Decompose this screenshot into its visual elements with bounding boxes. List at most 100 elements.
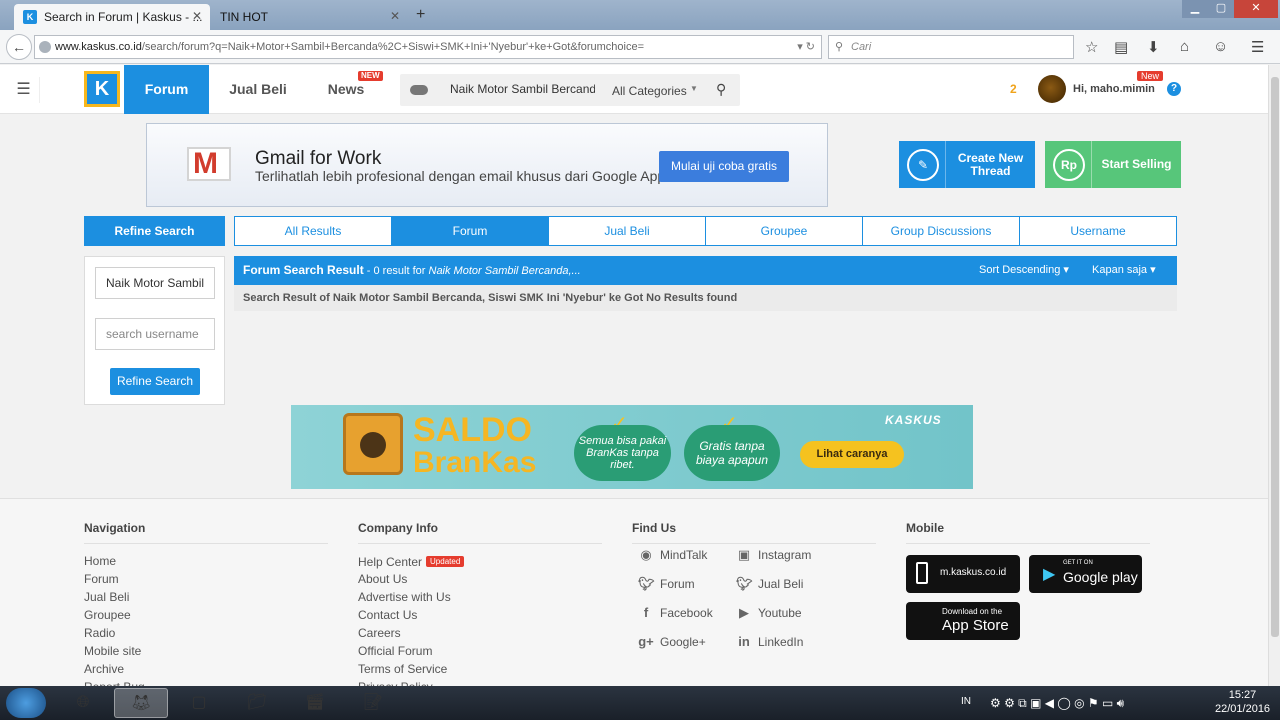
start-selling-button[interactable]: Rp Start Selling — [1045, 141, 1181, 188]
language-indicator[interactable]: IN — [961, 696, 971, 707]
chevron-down-icon: ▼ — [690, 84, 698, 93]
tab-username[interactable]: Username — [1020, 217, 1176, 245]
tab-groupee[interactable]: Groupee — [706, 217, 863, 245]
saldo-brankas-banner[interactable]: SALDO BranKas ✓ ✓ Semua bisa pakai BranK… — [291, 405, 973, 489]
footer-link[interactable]: Radio — [84, 626, 328, 644]
chat-icon[interactable]: ☺ — [1213, 38, 1228, 55]
category-select[interactable]: All Categories — [612, 84, 687, 98]
help-icon[interactable]: ? — [1167, 82, 1181, 96]
back-arrow-icon[interactable]: ← — [6, 34, 32, 60]
tab-jual-beli[interactable]: Jual Beli — [549, 217, 706, 245]
time-dropdown[interactable]: Kapan saja ▾ — [1092, 256, 1156, 285]
tray-icons[interactable]: ⚙ ⚙ ⧉ ▣ ◀ ◯ ◎ ⚑ ▭ 🔊︎ — [990, 696, 1124, 711]
twitter-jualbeli-link[interactable]: 🐦︎ Jual Beli — [736, 576, 803, 592]
page-scrollbar[interactable] — [1268, 65, 1280, 686]
user-greeting[interactable]: Hi, maho.mimin — [1073, 83, 1155, 95]
play-icon: ▶ — [1043, 566, 1056, 583]
create-new-thread-button[interactable]: ✎ Create New Thread — [899, 141, 1035, 188]
kaskus-favicon-icon: K — [23, 10, 37, 24]
media-app-icon[interactable]: 🎬︎ — [288, 688, 342, 718]
tab-all-results[interactable]: All Results — [235, 217, 392, 245]
footer-link[interactable]: Advertise with Us — [358, 590, 602, 608]
app-store-badge[interactable]: Download on the App Store — [906, 602, 1020, 640]
linkedin-link[interactable]: in LinkedIn — [736, 634, 803, 650]
youtube-link[interactable]: ▶ Youtube — [736, 605, 802, 621]
footer-link[interactable]: Home — [84, 554, 328, 572]
site-search-input[interactable]: Naik Motor Sambil Bercanda — [450, 82, 595, 96]
download-icon[interactable]: ⬇ — [1147, 38, 1160, 56]
maximize-icon[interactable]: ▢ — [1208, 0, 1234, 18]
phone-icon — [916, 562, 928, 584]
search-icon: ⚲ — [835, 41, 844, 53]
tab-forum[interactable]: Forum — [392, 217, 549, 245]
tab-label: TIN HOT — [220, 10, 268, 24]
star-icon[interactable]: ☆ — [1085, 38, 1098, 56]
screen-app-icon[interactable]: ▢ — [172, 688, 226, 718]
start-button-icon[interactable] — [6, 688, 46, 718]
footer-link[interactable]: Official Forum — [358, 644, 602, 662]
gmail-logo-icon: M — [187, 147, 231, 181]
footer-mobile-heading: Mobile — [906, 521, 1150, 544]
kaskus-brand: KASKUS — [885, 413, 942, 427]
nav-forum[interactable]: Forum — [124, 65, 209, 114]
hamburger-icon[interactable]: ☰ — [8, 77, 40, 103]
file-explorer-icon[interactable]: 📁︎ — [230, 688, 284, 718]
scrollbar-thumb[interactable] — [1271, 77, 1279, 637]
notepad-icon[interactable]: 📝︎ — [346, 688, 400, 718]
window-close-icon[interactable]: ✕ — [1234, 0, 1278, 18]
footer-link[interactable]: Careers — [358, 626, 602, 644]
minimize-icon[interactable]: ▁ — [1182, 0, 1208, 18]
googleplus-link[interactable]: g+ Google+ — [638, 634, 705, 650]
refine-search-button[interactable]: Refine Search — [110, 368, 200, 395]
gmail-ad-banner[interactable]: M Gmail for Work Terlihatlah lebih profe… — [146, 123, 828, 207]
browser-tab-inactive[interactable]: TIN HOT ✕ — [208, 4, 408, 30]
system-clock[interactable]: 15:27 22/01/2016 — [1215, 688, 1270, 716]
tab-close-icon[interactable]: ✕ — [192, 9, 202, 23]
browser-search-input[interactable]: ⚲ Cari — [828, 35, 1074, 59]
search-icon[interactable]: ⚲ — [716, 81, 726, 98]
home-icon[interactable]: ⌂ — [1180, 38, 1189, 55]
sort-dropdown[interactable]: Sort Descending ▾ — [979, 256, 1069, 285]
tab-close-icon[interactable]: ✕ — [390, 9, 400, 23]
refine-query-input[interactable]: Naik Motor Sambil — [95, 267, 215, 299]
google-play-badge[interactable]: ▶ GET IT ON Google play — [1029, 555, 1142, 593]
footer-link[interactable]: Groupee — [84, 608, 328, 626]
nav-jual-beli[interactable]: Jual Beli — [219, 65, 297, 114]
twitter-icon: 🐦︎ — [638, 576, 655, 591]
create-thread-label: Create New Thread — [945, 141, 1035, 188]
facebook-link[interactable]: f Facebook — [638, 605, 713, 621]
kaskus-logo[interactable]: K — [84, 71, 120, 107]
mobile-site-badge[interactable]: m.kaskus.co.id — [906, 555, 1020, 593]
firefox-icon[interactable]: 🦊︎ — [114, 688, 168, 718]
footer-link-help[interactable]: Help Center Updated — [358, 554, 602, 572]
avatar[interactable] — [1038, 75, 1066, 103]
instagram-link[interactable]: ▣ Instagram — [736, 547, 812, 563]
new-badge-user: New — [1137, 71, 1164, 81]
reload-icon[interactable]: ▾ ↻ — [797, 36, 815, 58]
chevron-down-icon: ▾ — [1063, 264, 1069, 276]
footer-link[interactable]: About Us — [358, 572, 602, 590]
footer-link[interactable]: Contact Us — [358, 608, 602, 626]
footer-link[interactable]: Jual Beli — [84, 590, 328, 608]
username-search-input[interactable]: search username — [95, 318, 215, 350]
tab-group-discussions[interactable]: Group Discussions — [863, 217, 1020, 245]
saldo-cta-button[interactable]: Lihat caranya — [800, 441, 904, 468]
reading-list-icon[interactable]: ▤ — [1114, 38, 1128, 56]
footer-link[interactable]: Forum — [84, 572, 328, 590]
mindtalk-link[interactable]: ◉ MindTalk — [638, 547, 707, 563]
notification-count[interactable]: 2 — [1010, 82, 1017, 96]
chrome-icon[interactable]: 🌐︎ — [56, 688, 110, 718]
ad-cta-button[interactable]: Mulai uji coba gratis — [659, 151, 789, 182]
new-tab-icon[interactable]: + — [416, 6, 425, 24]
browser-tab-active[interactable]: K Search in Forum | Kaskus - ... ✕ — [14, 4, 210, 30]
footer-link[interactable]: Terms of Service — [358, 662, 602, 680]
twitter-forum-link[interactable]: 🐦︎ Forum — [638, 576, 695, 592]
footer-link[interactable]: Archive — [84, 662, 328, 680]
jualbeli-label: Jual Beli — [758, 577, 804, 591]
facebook-icon: f — [643, 605, 649, 620]
footer-link[interactable]: Mobile site — [84, 644, 328, 662]
googleplus-icon: g+ — [638, 634, 654, 649]
address-bar[interactable]: www.kaskus.co.id/search/forum?q=Naik+Mot… — [34, 35, 822, 59]
menu-icon[interactable]: ☰ — [1251, 38, 1264, 56]
linkedin-label: LinkedIn — [758, 635, 804, 649]
